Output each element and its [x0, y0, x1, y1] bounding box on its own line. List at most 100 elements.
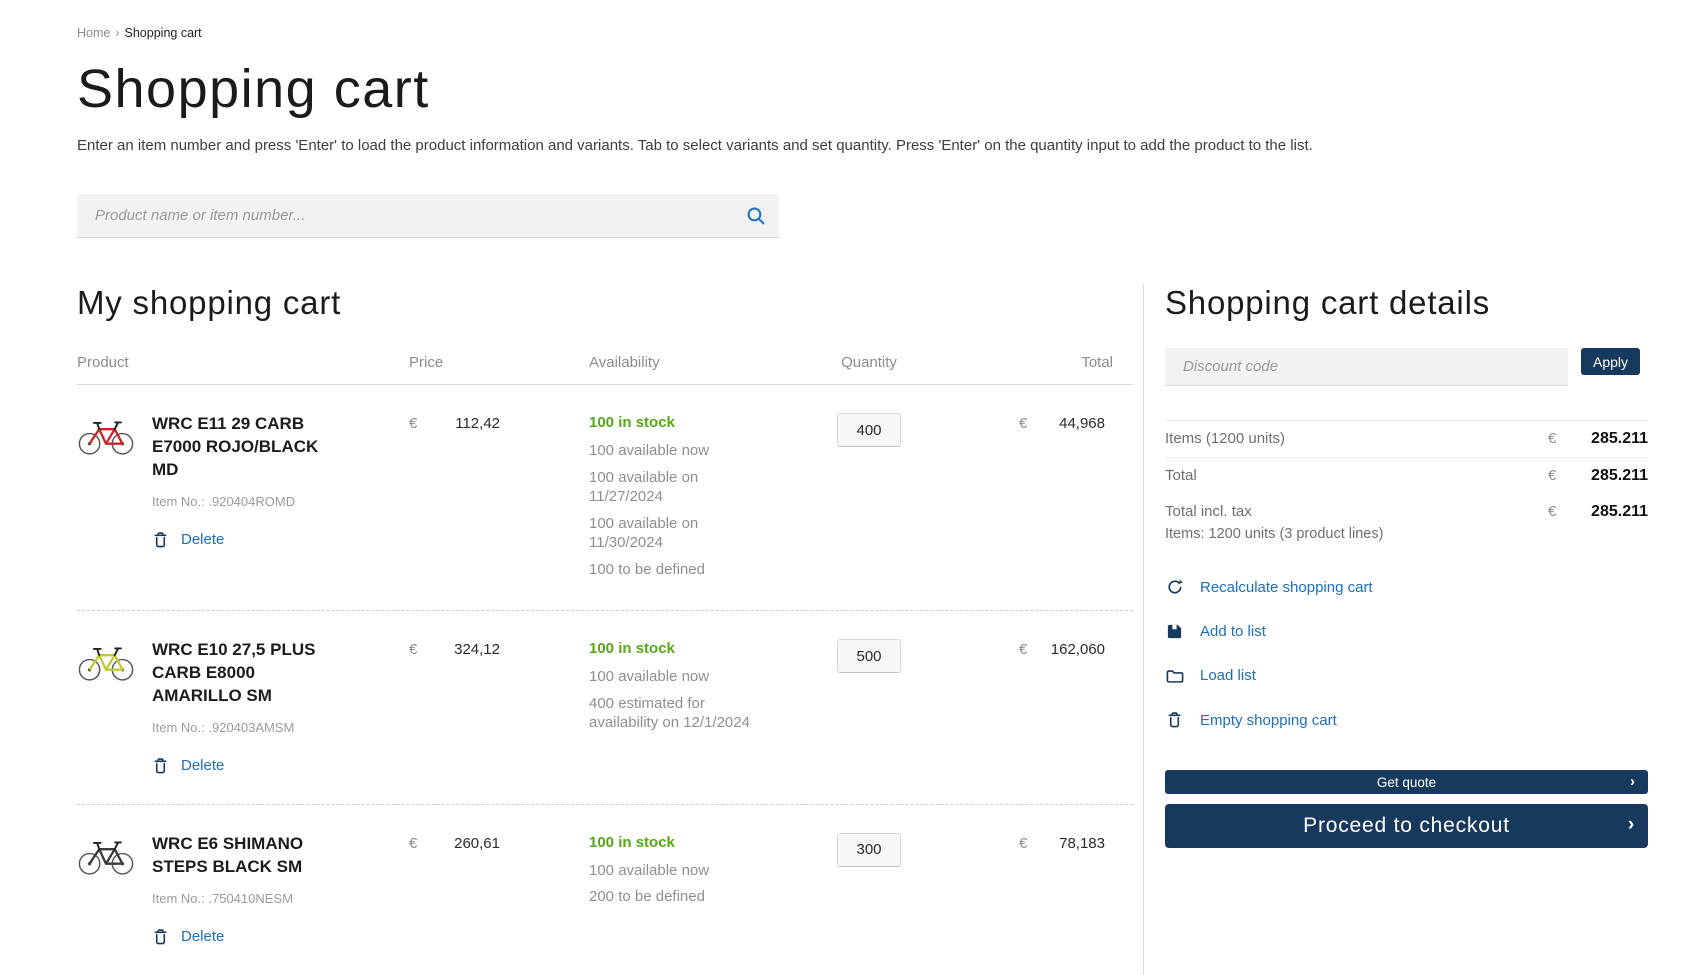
price-value: 324,12	[454, 641, 500, 659]
search-input[interactable]	[77, 207, 731, 225]
currency-symbol: €	[1019, 641, 1028, 659]
summary-total-value: 285.211	[1591, 467, 1648, 485]
breadcrumb: Home › Shopping cart	[77, 26, 1701, 40]
add-to-list-label: Add to list	[1200, 623, 1266, 641]
search-button[interactable]	[731, 194, 779, 238]
summary-total-tax-value: 285.211	[1591, 503, 1648, 521]
details-title: Shopping cart details	[1165, 284, 1490, 322]
currency-symbol: €	[1019, 834, 1028, 852]
price-cell: € 324,12	[404, 639, 504, 658]
availability-line: 200 to be defined	[589, 888, 705, 906]
quantity-input[interactable]	[837, 639, 901, 674]
availability-line: 100 available on 11/30/2024	[589, 514, 699, 552]
price-value: 260,61	[454, 834, 500, 852]
apply-discount-button[interactable]: Apply	[1581, 348, 1641, 376]
total-cell: € 78,183	[944, 833, 1133, 852]
stock-status: 100 in stock	[589, 414, 675, 432]
search-icon	[747, 207, 764, 225]
save-icon	[1167, 624, 1182, 639]
cart-actions: Recalculate shopping cart Add to list Lo…	[1165, 578, 1648, 729]
product-image	[77, 639, 149, 683]
product-name[interactable]: WRC E6 SHIMANO STEPS BLACK SM	[152, 833, 332, 879]
availability-cell: 100 in stock 100 available now 400 estim…	[504, 639, 794, 740]
delete-button[interactable]: Delete	[152, 928, 224, 946]
quantity-input[interactable]	[837, 413, 901, 448]
cart-row: WRC E6 SHIMANO STEPS BLACK SM Item No.: …	[77, 805, 1133, 975]
trash-icon	[154, 929, 167, 945]
panel-divider	[1143, 284, 1144, 975]
load-list-button[interactable]: Load list	[1165, 667, 1256, 684]
total-value: 162,060	[1050, 641, 1105, 659]
col-total: Total	[1081, 354, 1113, 372]
chevron-right-icon: ›	[1627, 814, 1635, 836]
total-cell: € 162,060	[944, 639, 1133, 658]
checkout-label: Proceed to checkout	[1303, 814, 1510, 838]
col-product: Product	[77, 354, 129, 372]
discount-code-input[interactable]	[1165, 348, 1568, 387]
product-image	[77, 413, 149, 457]
summary-items-value: 285.211	[1591, 430, 1648, 448]
cart-row: WRC E11 29 CARB E7000 ROJO/BLACK MD Item…	[77, 385, 1133, 612]
availability-line: 100 available now	[589, 668, 710, 686]
delete-label: Delete	[181, 531, 225, 549]
trash-icon	[154, 532, 167, 548]
total-cell: € 44,968	[944, 413, 1133, 432]
summary-total-tax-label: Total incl. tax	[1165, 503, 1252, 521]
empty-cart-button[interactable]: Empty shopping cart	[1165, 711, 1337, 729]
recalculate-cart-label: Recalculate shopping cart	[1200, 578, 1373, 596]
recalculate-cart-button[interactable]: Recalculate shopping cart	[1165, 578, 1373, 596]
product-search	[77, 194, 779, 239]
delete-button[interactable]: Delete	[152, 531, 224, 549]
proceed-to-checkout-button[interactable]: Proceed to checkout ›	[1165, 804, 1648, 849]
product-item-no: Item No.: .920404ROMD	[152, 493, 296, 509]
summary-total-row: Total € 285.211	[1165, 458, 1648, 494]
breadcrumb-current: Shopping cart	[124, 26, 202, 40]
currency-symbol: €	[409, 641, 418, 659]
product-name[interactable]: WRC E10 27,5 PLUS CARB E8000 AMARILLO SM	[152, 639, 332, 708]
currency-symbol: €	[1548, 430, 1557, 448]
currency-symbol: €	[1548, 467, 1557, 485]
bike-image	[78, 421, 134, 455]
price-cell: € 112,42	[404, 413, 504, 432]
product-item-no: Item No.: .920403AMSM	[152, 719, 295, 735]
quantity-input[interactable]	[837, 832, 901, 867]
availability-line: 100 available now	[589, 442, 710, 460]
discount-section: Apply	[1165, 348, 1648, 387]
stock-status: 100 in stock	[589, 833, 675, 851]
delete-label: Delete	[181, 757, 225, 775]
availability-line: 100 to be defined	[589, 560, 705, 578]
availability-line: 100 available on 11/27/2024	[589, 468, 699, 506]
availability-line: 100 available now	[589, 861, 710, 879]
folder-icon	[1166, 669, 1183, 683]
trash-icon	[1168, 712, 1181, 728]
delete-button[interactable]: Delete	[152, 757, 224, 775]
page-title: Shopping cart	[77, 59, 430, 119]
availability-cell: 100 in stock 100 available now 200 to be…	[504, 833, 794, 914]
col-price: Price	[409, 354, 444, 372]
get-quote-button[interactable]: Get quote ›	[1165, 770, 1648, 795]
refresh-icon	[1167, 579, 1183, 594]
breadcrumb-separator: ›	[115, 26, 120, 40]
shopping-cart-page: Home › Shopping cart Shopping cart Enter a…	[0, 0, 1701, 975]
product-name[interactable]: WRC E11 29 CARB E7000 ROJO/BLACK MD	[152, 413, 332, 482]
stock-status: 100 in stock	[589, 640, 675, 658]
total-value: 44,968	[1059, 415, 1105, 433]
total-value: 78,183	[1059, 834, 1105, 852]
bike-image	[78, 841, 134, 875]
availability-line: 400 estimated for availability on 12/1/2…	[589, 694, 750, 732]
trash-icon	[154, 758, 167, 774]
instructions-text: Enter an item number and press 'Enter' t…	[77, 137, 1313, 155]
cart-row: WRC E10 27,5 PLUS CARB E8000 AMARILLO SM…	[77, 611, 1133, 805]
breadcrumb-home[interactable]: Home	[77, 26, 110, 40]
currency-symbol: €	[409, 415, 418, 433]
get-quote-label: Get quote	[1376, 774, 1437, 790]
cart-table-header: Product Price Availability Quantity Tota…	[77, 354, 1133, 386]
add-to-list-button[interactable]: Add to list	[1165, 623, 1266, 640]
product-item-no: Item No.: .750410NESM	[152, 890, 293, 906]
totals-summary: Items (1200 units) € 285.211 Total € 285…	[1165, 420, 1648, 552]
price-value: 112,42	[455, 415, 500, 433]
summary-total-tax-row: Total incl. tax € 285.211	[1165, 494, 1648, 530]
summary-total-label: Total	[1165, 467, 1197, 485]
cart-details-panel: Shopping cart details Apply Items (1200 …	[1165, 284, 1648, 975]
price-cell: € 260,61	[404, 833, 504, 852]
